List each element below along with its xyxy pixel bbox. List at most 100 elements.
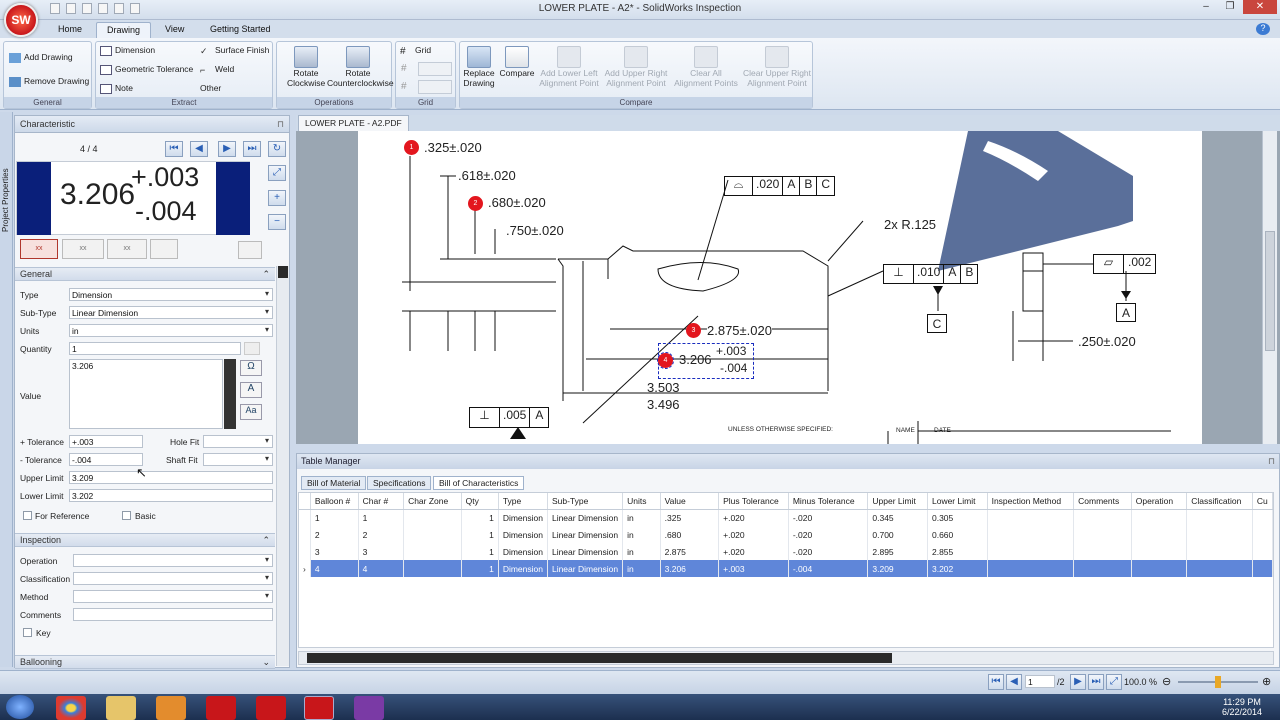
fcf-profile[interactable]: ⌓ .020 A B C: [724, 176, 836, 196]
column-header[interactable]: Balloon #: [310, 493, 359, 510]
column-header[interactable]: Plus Tolerance: [718, 493, 789, 510]
table-cell[interactable]: 2.895: [867, 543, 928, 560]
quantity-calc-icon[interactable]: [244, 342, 260, 355]
table-cell[interactable]: [1186, 526, 1253, 543]
chrome-taskbar-icon[interactable]: [56, 696, 86, 720]
units-select[interactable]: in: [69, 324, 273, 337]
left-panel-scrollbar[interactable]: [276, 266, 289, 666]
general-section-header[interactable]: General ⌃: [15, 267, 275, 281]
minus-tolerance-field[interactable]: -.004: [69, 453, 143, 466]
ballooning-section-header[interactable]: Ballooning ⌄: [15, 655, 275, 669]
column-header[interactable]: Value: [660, 493, 720, 510]
inspection-taskbar-icon[interactable]: [304, 696, 334, 720]
table-row[interactable]: 2 2 1 Dimension Linear Dimension in .680 +.020-…: [299, 526, 1273, 543]
tab-bill-of-material[interactable]: Bill of Material: [301, 476, 367, 490]
table-cell[interactable]: -.004: [788, 560, 869, 577]
table-cell[interactable]: 2.875: [660, 543, 720, 560]
zoom-slider-thumb[interactable]: [1215, 676, 1221, 688]
column-header[interactable]: Upper Limit: [867, 493, 928, 510]
column-header[interactable]: Char #: [358, 493, 405, 510]
table-cell[interactable]: [1252, 560, 1273, 577]
minimize-icon[interactable]: –: [1195, 0, 1217, 14]
column-header[interactable]: Classification: [1186, 493, 1253, 510]
table-cell[interactable]: 1: [461, 560, 499, 577]
inspection-section-header[interactable]: Inspection ⌃: [15, 533, 275, 547]
comments-field[interactable]: [73, 608, 273, 621]
column-header[interactable]: Char Zone: [403, 493, 462, 510]
tab-home[interactable]: Home: [48, 22, 92, 38]
add-drawing-button[interactable]: Add Drawing: [9, 52, 73, 63]
column-header[interactable]: Operation: [1131, 493, 1188, 510]
tab-view[interactable]: View: [155, 22, 194, 38]
save-icon[interactable]: [82, 3, 92, 14]
shaft-fit-select[interactable]: [203, 453, 273, 466]
font-button[interactable]: A: [240, 382, 262, 398]
table-cell[interactable]: in: [622, 509, 661, 526]
table-cell[interactable]: Linear Dimension: [547, 543, 624, 560]
table-cell[interactable]: Dimension: [498, 509, 548, 526]
table-cell[interactable]: [1073, 543, 1132, 560]
zoom-slider[interactable]: [1178, 676, 1258, 688]
table-cell[interactable]: [1131, 543, 1188, 560]
row-selector[interactable]: ›: [299, 560, 311, 577]
table-cell[interactable]: +.003: [718, 560, 789, 577]
next-record-button[interactable]: ▶: [218, 141, 236, 157]
table-cell[interactable]: 3: [310, 543, 359, 560]
table-cell[interactable]: 3: [358, 543, 405, 560]
table-cell[interactable]: Dimension: [498, 543, 548, 560]
table-row[interactable]: 1 1 1 Dimension Linear Dimension in .325 +.020-…: [299, 509, 1273, 526]
note-button[interactable]: Note: [100, 83, 133, 94]
table-cell[interactable]: 4: [358, 560, 405, 577]
dim-680[interactable]: .680±.020: [488, 195, 546, 210]
maximize-icon[interactable]: ❐: [1219, 0, 1241, 14]
table-cell[interactable]: 1: [461, 526, 499, 543]
table-row[interactable]: › 4 4 1 Dimension Linear Dimension in 3.206 +.00…: [299, 560, 1273, 577]
table-cell[interactable]: +.020: [718, 526, 789, 543]
weld-button[interactable]: ⌐ Weld: [200, 64, 234, 75]
fcf-flatness[interactable]: ▱ .002: [1093, 254, 1157, 274]
table-cell[interactable]: [1131, 526, 1188, 543]
zoom-fit-icon[interactable]: ⤢: [268, 165, 286, 181]
table-cell[interactable]: .680: [660, 526, 720, 543]
column-header[interactable]: Cu: [1252, 493, 1273, 510]
column-header[interactable]: Minus Tolerance: [788, 493, 869, 510]
dim-3503[interactable]: 3.503: [647, 380, 680, 395]
status-last-page-button[interactable]: ⏭: [1088, 674, 1104, 690]
explorer-taskbar-icon[interactable]: [106, 696, 136, 720]
tab-getting-started[interactable]: Getting Started: [200, 22, 281, 38]
table-cell[interactable]: [1131, 509, 1188, 526]
table-cell[interactable]: +.020: [718, 543, 789, 560]
zoom-out-icon[interactable]: −: [268, 214, 286, 230]
subtype-select[interactable]: Linear Dimension: [69, 306, 273, 319]
new-icon[interactable]: [50, 3, 60, 14]
dim-618[interactable]: .618±.020: [458, 168, 516, 183]
table-cell[interactable]: 1: [310, 509, 359, 526]
tab-bill-of-characteristics[interactable]: Bill of Characteristics: [433, 476, 525, 490]
format-button-2[interactable]: xx: [62, 239, 104, 259]
column-header[interactable]: Sub-Type: [547, 493, 624, 510]
selected-dimension-box[interactable]: 4 3.206 +.003 -.004: [657, 343, 754, 379]
row-selector[interactable]: [299, 526, 311, 543]
table-cell[interactable]: 0.700: [867, 526, 928, 543]
table-cell[interactable]: [987, 509, 1075, 526]
format-button-1[interactable]: xx: [20, 239, 58, 259]
operation-select[interactable]: [73, 554, 273, 567]
onenote-taskbar-icon[interactable]: [354, 696, 384, 720]
print-icon[interactable]: [114, 3, 124, 14]
export-icon[interactable]: [130, 3, 140, 14]
table-cell[interactable]: 4: [310, 560, 359, 577]
close-icon[interactable]: ✕: [1243, 0, 1277, 14]
rotate-clockwise-button[interactable]: Rotate Clockwise: [287, 46, 325, 88]
table-row[interactable]: 3 3 1 Dimension Linear Dimension in 2.875 +.020…: [299, 543, 1273, 560]
table-cell[interactable]: Linear Dimension: [547, 526, 624, 543]
grid-spacing-field[interactable]: [418, 80, 452, 94]
table-cell[interactable]: 2: [310, 526, 359, 543]
table-cell[interactable]: 2.855: [927, 543, 988, 560]
start-button[interactable]: [6, 695, 34, 719]
balloon-1[interactable]: 1: [404, 140, 419, 155]
grid-button[interactable]: # Grid: [400, 45, 431, 57]
clear-format-button[interactable]: [238, 241, 262, 259]
column-header[interactable]: Comments: [1073, 493, 1132, 510]
geometric-tolerance-button[interactable]: Geometric Tolerance: [100, 64, 193, 75]
plus-tolerance-field[interactable]: +.003: [69, 435, 143, 448]
